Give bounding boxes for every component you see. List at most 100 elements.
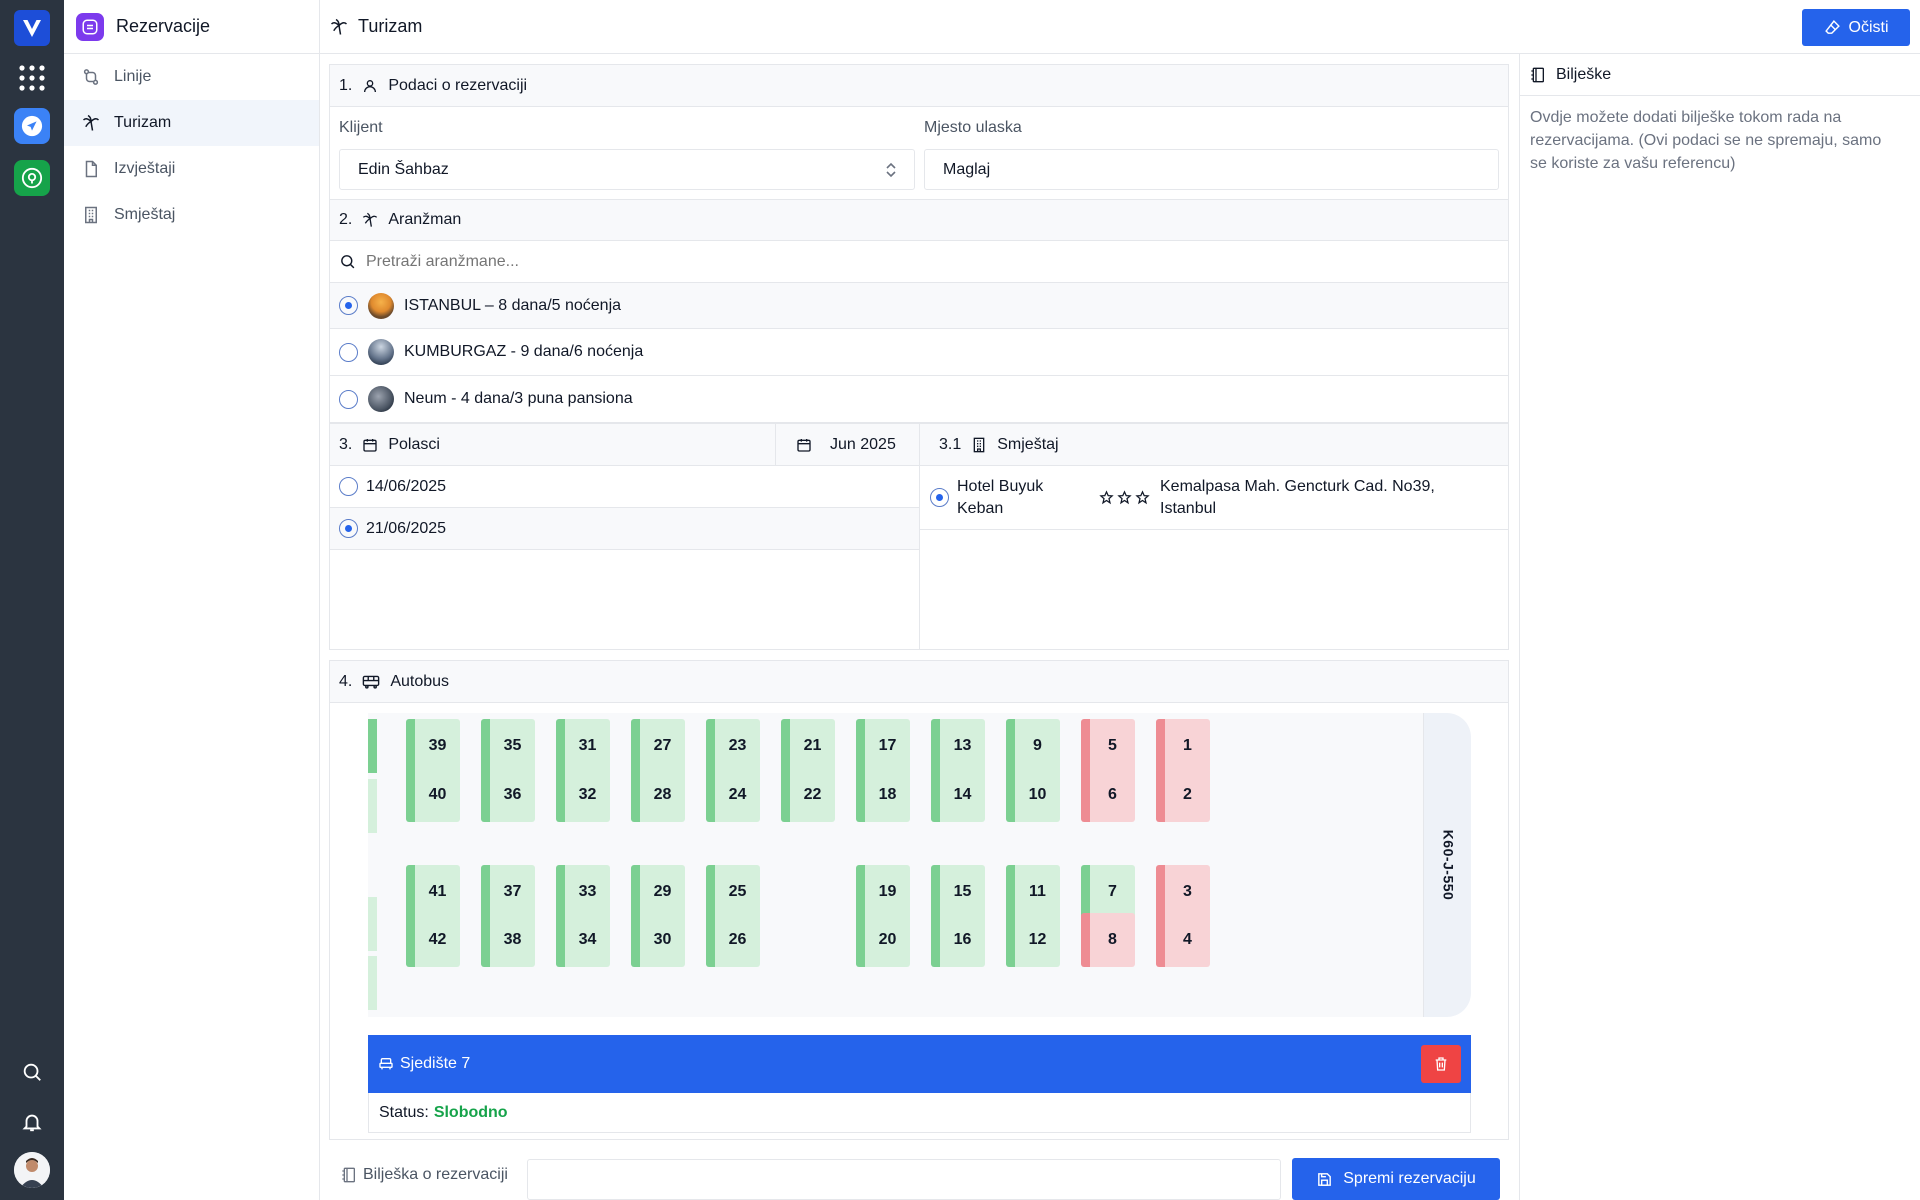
radio-button[interactable] xyxy=(339,519,358,538)
seat-status: Status: Slobodno xyxy=(368,1093,1471,1133)
section-title: Autobus xyxy=(390,672,450,690)
building-icon xyxy=(82,206,100,224)
radio-button[interactable] xyxy=(930,488,949,507)
sidebar-item-turizam[interactable]: Turizam xyxy=(64,100,319,146)
notes-panel: Bilješke Ovdje možete dodati bilješke to… xyxy=(1519,54,1920,1200)
seat-16[interactable]: 16 xyxy=(931,913,985,967)
note-input[interactable] xyxy=(527,1159,1281,1200)
arrangement-search-input[interactable] xyxy=(366,252,1266,271)
seat-3[interactable]: 3 xyxy=(1156,865,1210,919)
seat-35[interactable]: 35 xyxy=(481,719,535,773)
seat-11[interactable]: 11 xyxy=(1006,865,1060,919)
seat-19[interactable]: 19 xyxy=(856,865,910,919)
arrangement-label: KUMBURGAZ - 9 dana/6 noćenja xyxy=(404,343,644,360)
vendor-logo-icon[interactable] xyxy=(14,10,50,46)
hotel-option[interactable]: Hotel Buyuk Keban Kemalpasa Mah. Gencturk… xyxy=(920,466,1508,530)
seat-36[interactable]: 36 xyxy=(481,768,535,822)
avatar[interactable] xyxy=(14,1152,50,1188)
seat-10[interactable]: 10 xyxy=(1006,768,1060,822)
departures-card: 3. Polasci Jun 2025 14/06/2025 21/06/202… xyxy=(329,423,920,650)
arrangement-option[interactable]: KUMBURGAZ - 9 dana/6 noćenja xyxy=(330,329,1508,376)
seat-20[interactable]: 20 xyxy=(856,913,910,967)
seat-14[interactable]: 14 xyxy=(931,768,985,822)
seat-21[interactable]: 21 xyxy=(781,719,835,773)
search-icon[interactable] xyxy=(14,1054,50,1090)
seat-33[interactable]: 33 xyxy=(556,865,610,919)
footer-bar: Bilješka o rezervaciji Spremi rezervacij… xyxy=(329,1150,1509,1200)
seat-7[interactable]: 7 xyxy=(1081,865,1135,919)
seat-37[interactable]: 37 xyxy=(481,865,535,919)
radio-button[interactable] xyxy=(339,342,358,362)
status-badge: Slobodno xyxy=(433,1103,508,1121)
bus-icon xyxy=(362,674,380,690)
seat-29[interactable]: 29 xyxy=(631,865,685,919)
seat-6[interactable]: 6 xyxy=(1081,768,1135,822)
seat-26[interactable]: 26 xyxy=(706,913,760,967)
location-app-icon[interactable] xyxy=(14,160,50,196)
departure-option[interactable]: 21/06/2025 xyxy=(330,508,919,550)
seat-23[interactable]: 23 xyxy=(706,719,760,773)
seat-13[interactable]: 13 xyxy=(931,719,985,773)
section-number: 4. xyxy=(339,672,353,690)
seat-1[interactable]: 1 xyxy=(1156,719,1210,773)
seat-32[interactable]: 32 xyxy=(556,768,610,822)
arrangement-search[interactable] xyxy=(330,241,1508,283)
arrangement-option[interactable]: ISTANBUL – 8 dana/5 noćenja xyxy=(330,283,1508,329)
section-number: 2. xyxy=(339,211,353,228)
seat-4[interactable]: 4 xyxy=(1156,913,1210,967)
delete-seat-button[interactable] xyxy=(1421,1045,1461,1083)
seat-30[interactable]: 30 xyxy=(631,913,685,967)
seat-41[interactable]: 41 xyxy=(406,865,460,919)
page-title: Turizam xyxy=(358,16,423,36)
boarding-input[interactable]: Maglaj xyxy=(924,149,1499,190)
seat-15[interactable]: 15 xyxy=(931,865,985,919)
save-reservation-button[interactable]: Spremi rezervaciju xyxy=(1292,1158,1500,1200)
seat-2[interactable]: 2 xyxy=(1156,768,1210,822)
departure-date: 14/06/2025 xyxy=(366,477,447,495)
bus-card: 4. Autobus K60-J-550 39 35 31 27 23 21 17 13 9 5 1… xyxy=(329,660,1509,1140)
sidebar-item-izvjestaji[interactable]: Izvještaji xyxy=(64,146,319,192)
seat-27[interactable]: 27 xyxy=(631,719,685,773)
seat-8[interactable]: 8 xyxy=(1081,913,1135,967)
bell-icon[interactable] xyxy=(14,1104,50,1140)
seat-5[interactable]: 5 xyxy=(1081,719,1135,773)
seat-28[interactable]: 28 xyxy=(631,768,685,822)
send-app-icon[interactable] xyxy=(14,108,50,144)
apps-grid-icon[interactable] xyxy=(14,60,50,96)
seat-12[interactable]: 12 xyxy=(1006,913,1060,967)
sidebar-item-smjestaj[interactable]: Smještaj xyxy=(64,192,319,238)
month-picker[interactable]: Jun 2025 xyxy=(775,424,920,465)
arrangement-option[interactable]: Neum - 4 dana/3 puna pansiona xyxy=(330,376,1508,423)
departure-option[interactable]: 14/06/2025 xyxy=(330,466,919,508)
seat-38[interactable]: 38 xyxy=(481,913,535,967)
seat-40[interactable]: 40 xyxy=(406,768,460,822)
clear-button[interactable]: Očisti xyxy=(1802,9,1910,46)
radio-button[interactable] xyxy=(339,477,358,496)
seat-31[interactable]: 31 xyxy=(556,719,610,773)
hotel-name: Hotel Buyuk Keban xyxy=(957,476,1097,520)
seat-34[interactable]: 34 xyxy=(556,913,610,967)
calendar-icon xyxy=(796,437,812,453)
notes-text[interactable]: Ovdje možete dodati bilješke tokom rada … xyxy=(1520,96,1910,185)
palm-tree-icon xyxy=(82,114,100,132)
seat-25[interactable]: 25 xyxy=(706,865,760,919)
seat-17[interactable]: 17 xyxy=(856,719,910,773)
client-select[interactable]: Edin Šahbaz xyxy=(339,149,915,190)
seat-39[interactable]: 39 xyxy=(406,719,460,773)
trash-icon xyxy=(1433,1055,1449,1073)
seat-18[interactable]: 18 xyxy=(856,768,910,822)
seat-9[interactable]: 9 xyxy=(1006,719,1060,773)
save-icon xyxy=(1316,1171,1333,1188)
seat-22[interactable]: 22 xyxy=(781,768,835,822)
radio-button[interactable] xyxy=(339,296,358,315)
section-title: Polasci xyxy=(388,435,440,453)
document-icon xyxy=(82,160,100,178)
accommodation-card: 3.1 Smještaj Hotel Buyuk Keban Kemalpasa … xyxy=(919,423,1509,650)
hotel-name-line: Hotel Buyuk xyxy=(957,477,1044,495)
seat-24[interactable]: 24 xyxy=(706,768,760,822)
seat-42[interactable]: 42 xyxy=(406,913,460,967)
sidebar-header: Rezervacije xyxy=(64,0,319,54)
radio-button[interactable] xyxy=(339,389,358,409)
clear-button-label: Očisti xyxy=(1848,18,1889,36)
sidebar-item-linije[interactable]: Linije xyxy=(64,54,319,100)
